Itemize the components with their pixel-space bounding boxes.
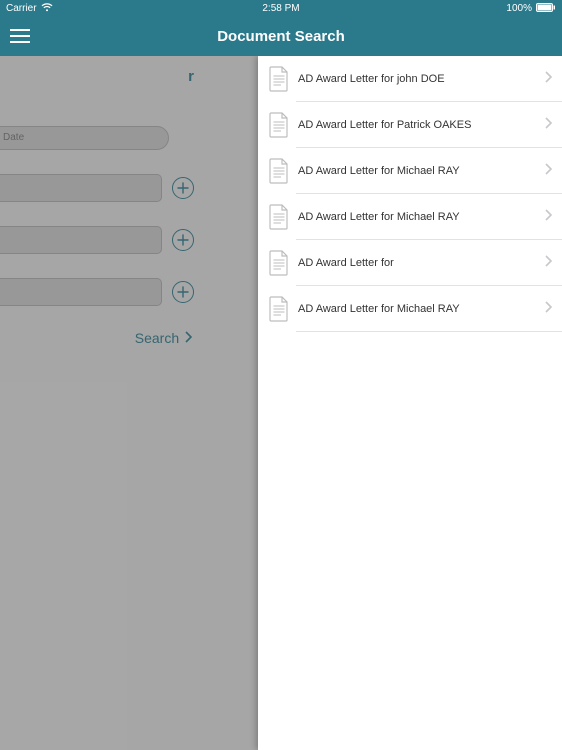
document-icon	[268, 250, 290, 276]
result-row[interactable]: AD Award Letter for Michael RAY	[258, 148, 562, 194]
divider	[296, 331, 562, 332]
hamburger-icon	[10, 29, 30, 43]
document-icon	[268, 112, 290, 138]
document-icon	[268, 66, 290, 92]
clock: 2:58 PM	[0, 3, 562, 14]
document-icon	[268, 158, 290, 184]
document-icon	[268, 204, 290, 230]
results-panel: AD Award Letter for john DOE AD Award Le…	[258, 56, 562, 750]
status-bar: Carrier 2:58 PM 100%	[0, 0, 562, 16]
result-row[interactable]: AD Award Letter for john DOE	[258, 56, 562, 102]
chevron-right-icon	[544, 301, 552, 313]
document-icon	[268, 296, 290, 322]
result-row[interactable]: AD Award Letter for Michael RAY	[258, 194, 562, 240]
chevron-right-icon	[544, 71, 552, 83]
result-row[interactable]: AD Award Letter for Michael RAY	[258, 286, 562, 332]
result-label: AD Award Letter for Patrick OAKES	[298, 119, 544, 131]
result-label: AD Award Letter for Michael RAY	[298, 211, 544, 223]
nav-bar: Document Search	[0, 16, 562, 56]
result-row[interactable]: AD Award Letter for Patrick OAKES	[258, 102, 562, 148]
menu-button[interactable]	[0, 16, 40, 56]
page-title: Document Search	[0, 28, 562, 45]
chevron-right-icon	[544, 117, 552, 129]
dim-overlay[interactable]	[0, 56, 258, 750]
result-label: AD Award Letter for Michael RAY	[298, 303, 544, 315]
result-label: AD Award Letter for	[298, 257, 544, 269]
chevron-right-icon	[544, 209, 552, 221]
chevron-right-icon	[544, 163, 552, 175]
chevron-right-icon	[544, 255, 552, 267]
result-label: AD Award Letter for Michael RAY	[298, 165, 544, 177]
result-row[interactable]: AD Award Letter for	[258, 240, 562, 286]
result-label: AD Award Letter for john DOE	[298, 73, 544, 85]
